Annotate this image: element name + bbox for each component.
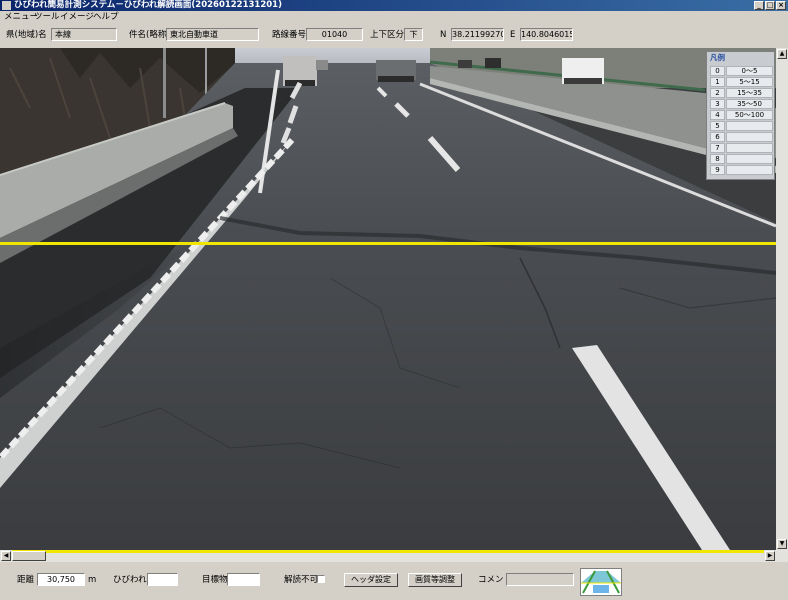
legend-range: 35～50 [726, 99, 773, 109]
legend-row: 5 [710, 121, 773, 131]
unreadable-checkbox[interactable] [317, 575, 325, 583]
legend-range: 5～15 [726, 77, 773, 87]
legend-row: 9 [710, 165, 773, 175]
vertical-scrollbar[interactable]: ▲ ▼ [776, 48, 788, 562]
measurement-line [0, 242, 776, 245]
legend-row: 2 15～35 [710, 88, 773, 98]
legend-title: 凡例 [710, 53, 725, 62]
legend-range: 50～100 [726, 110, 773, 120]
scroll-down-button[interactable]: ▼ [777, 539, 787, 549]
legend-index: 1 [710, 77, 725, 87]
scroll-thumb[interactable] [12, 551, 46, 561]
legend-index: 8 [710, 154, 725, 164]
unreadable-label: 解読不可 [284, 575, 319, 585]
route-label: 路線番号 [272, 30, 307, 40]
latitude-label: N [440, 30, 447, 40]
legend-index: 7 [710, 143, 725, 153]
minimize-button[interactable]: _ [754, 1, 764, 10]
direction-label: 上下区分 [370, 30, 405, 40]
direction-field: 下 [404, 28, 423, 41]
prefecture-label: 県(地域)名 [6, 30, 47, 40]
route-field: 01040 [306, 28, 363, 41]
horizontal-scrollbar[interactable]: ◀ ▶ [0, 550, 776, 562]
bottom-panel: 距離 30,750 m ひびわれ 目標物 解読不可 ヘッダ設定 画質等調整 コメ… [0, 562, 788, 600]
menu-item-help[interactable]: ヘルプ [93, 12, 119, 22]
legend-index: 4 [710, 110, 725, 120]
legend-index: 9 [710, 165, 725, 175]
window-title: ひびわれ簡易計測システム－ひびわれ解読画面(20260122131201) [14, 0, 282, 10]
menu-item-image[interactable]: イメージ [60, 12, 94, 22]
legend-range [726, 154, 773, 164]
legend-range [726, 165, 773, 175]
maximize-button[interactable]: □ [765, 1, 775, 10]
road-thumbnail-icon [581, 569, 621, 595]
case-label: 件名(略称) [129, 30, 170, 40]
legend-index: 0 [710, 66, 725, 76]
menu-item-tools[interactable]: ツール [34, 12, 60, 22]
legend-index: 6 [710, 132, 725, 142]
legend-range: 15～35 [726, 88, 773, 98]
legend-row: 0 0～5 [710, 66, 773, 76]
legend-range [726, 132, 773, 142]
legend-row: 8 [710, 154, 773, 164]
legend-row: 7 [710, 143, 773, 153]
road-surface-image [0, 48, 776, 550]
scroll-left-button[interactable]: ◀ [1, 551, 11, 561]
distance-label: 距離 [17, 575, 35, 585]
prefecture-field: 本線 [51, 28, 117, 41]
menu-bar: メニュー ツール イメージ ヘルプ [0, 11, 788, 23]
crack-label: ひびわれ [113, 575, 147, 585]
header-settings-button[interactable]: ヘッダ設定 [344, 573, 398, 587]
position-marker-line [12, 550, 764, 553]
legend-row: 3 35～50 [710, 99, 773, 109]
legend-range [726, 143, 773, 153]
scroll-right-button[interactable]: ▶ [765, 551, 775, 561]
legend-row: 6 [710, 132, 773, 142]
landmark-label: 目標物 [202, 575, 228, 585]
latitude-field: 38.21199270 [451, 28, 504, 41]
road-image-viewport[interactable] [0, 48, 776, 550]
distance-unit: m [88, 575, 97, 585]
longitude-label: E [510, 30, 516, 40]
crack-input[interactable] [147, 573, 178, 586]
close-button[interactable]: × [776, 1, 786, 10]
landmark-input[interactable] [227, 573, 260, 586]
legend-range: 0～5 [726, 66, 773, 76]
distance-field[interactable]: 30,750 [37, 573, 85, 586]
comment-field[interactable] [506, 573, 574, 586]
title-bar: ひびわれ簡易計測システム－ひびわれ解読画面(20260122131201) _ … [0, 0, 788, 11]
header-panel: 県(地域)名 本線 件名(略称) 東北自動車道 路線番号 01040 上下区分 … [0, 23, 788, 48]
legend-row: 4 50～100 [710, 110, 773, 120]
scroll-up-button[interactable]: ▲ [777, 49, 787, 59]
legend-range [726, 121, 773, 131]
legend-index: 5 [710, 121, 725, 131]
legend-row: 1 5～15 [710, 77, 773, 87]
legend-index: 2 [710, 88, 725, 98]
app-icon [2, 1, 11, 10]
image-adjust-button[interactable]: 画質等調整 [408, 573, 462, 587]
case-field: 東北自動車道 [166, 28, 259, 41]
menu-item-menu[interactable]: メニュー [4, 12, 38, 22]
longitude-field: 140.8046015 [520, 28, 573, 41]
crack-width-legend: 凡例 0 0～5 1 5～15 2 15～35 3 35～50 4 50～100… [706, 51, 775, 180]
road-thumbnail-preview[interactable] [580, 568, 622, 596]
legend-index: 3 [710, 99, 725, 109]
